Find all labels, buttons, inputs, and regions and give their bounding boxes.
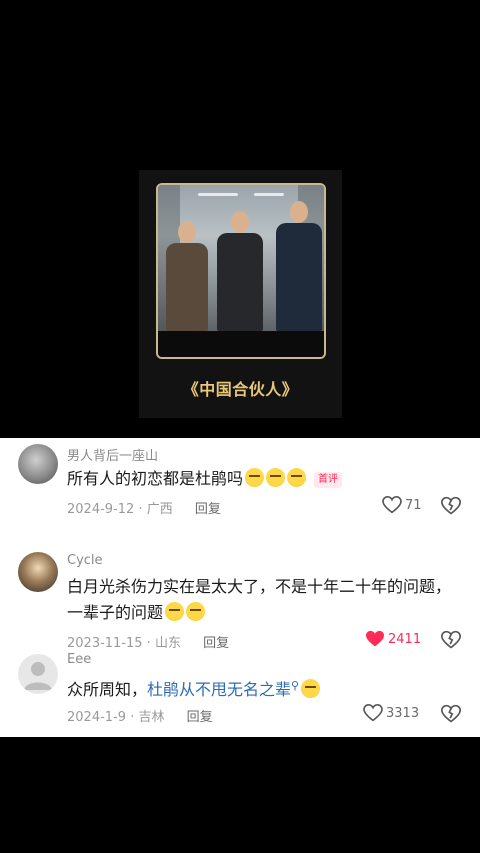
comment-username[interactable]: Cycle <box>67 553 103 568</box>
comment-item[interactable]: 男人背后一座山 所有人的初恋都是杜鹃吗 首评 2024-9-12 · 广西 回复 … <box>0 438 480 522</box>
default-avatar-icon <box>24 662 52 690</box>
like-button[interactable]: 71 <box>382 496 422 514</box>
emoji-icon <box>165 602 185 621</box>
comment-username[interactable]: Eee <box>67 652 91 667</box>
poster-title: 《中国合伙人》 <box>182 380 299 399</box>
comment-meta: 2023-11-15 · 山东 回复 <box>67 636 230 651</box>
comment-date: 2023-11-15 <box>67 636 143 651</box>
like-count: 2411 <box>388 631 422 647</box>
movie-poster: 《中国合伙人》 <box>139 170 342 418</box>
comment-text: 众所周知，杜鹃从不甩无名之辈⚲ <box>67 673 457 703</box>
reply-button[interactable]: 回复 <box>195 502 221 517</box>
comment-date: 2024-1-9 <box>67 710 127 725</box>
comment-meta: 2024-9-12 · 广西 回复 <box>67 502 221 517</box>
emoji-icon <box>245 468 265 487</box>
reply-button[interactable]: 回复 <box>203 636 229 651</box>
emoji-icon <box>266 468 286 487</box>
like-count: 71 <box>405 497 422 513</box>
broken-heart-icon[interactable] <box>441 496 461 516</box>
comment-text: 所有人的初恋都是杜鹃吗 首评 <box>67 466 457 492</box>
first-comment-badge: 首评 <box>314 472 343 488</box>
bottom-area <box>0 737 480 853</box>
heart-filled-icon <box>366 630 384 647</box>
heart-outline-icon <box>382 496 402 514</box>
like-button[interactable]: 2411 <box>365 630 421 648</box>
comment-text: 白月光杀伤力实在是太大了，不是十年二十年的问题， 一辈子的问题 <box>67 577 452 622</box>
comment-location: 广西 <box>146 502 173 517</box>
avatar[interactable] <box>18 444 58 484</box>
movie-still <box>156 183 326 359</box>
like-count: 3313 <box>386 705 420 721</box>
search-icon[interactable]: ⚲ <box>291 679 299 692</box>
emoji-icon <box>287 468 307 487</box>
emoji-icon <box>186 602 206 621</box>
comment-username[interactable]: 男人背后一座山 <box>67 445 158 464</box>
comment-item[interactable]: Cycle 白月光杀伤力实在是太大了，不是十年二十年的问题， 一辈子的问题 20… <box>0 546 480 656</box>
comment-date: 2024-9-12 <box>67 502 135 517</box>
comment-item[interactable]: Eee 众所周知，杜鹃从不甩无名之辈⚲ 2024-1-9 · 吉林 回复 331… <box>0 652 480 736</box>
comment-list: 男人背后一座山 所有人的初恋都是杜鹃吗 首评 2024-9-12 · 广西 回复 … <box>0 438 480 737</box>
reply-button[interactable]: 回复 <box>187 710 213 725</box>
comment-location: 吉林 <box>138 710 165 725</box>
comment-location: 山东 <box>154 636 181 651</box>
movie-scene-image <box>158 185 324 331</box>
emoji-icon <box>301 679 321 698</box>
comment-meta: 2024-1-9 · 吉林 回复 <box>67 710 213 725</box>
topic-link[interactable]: 杜鹃从不甩无名之辈 <box>147 680 291 699</box>
heart-outline-icon <box>363 704 383 722</box>
avatar[interactable] <box>18 654 58 694</box>
broken-heart-icon[interactable] <box>441 630 461 650</box>
video-area[interactable]: 《中国合伙人》 <box>0 0 480 438</box>
broken-heart-icon[interactable] <box>441 704 461 724</box>
avatar[interactable] <box>18 552 58 592</box>
like-button[interactable]: 3313 <box>363 704 419 722</box>
